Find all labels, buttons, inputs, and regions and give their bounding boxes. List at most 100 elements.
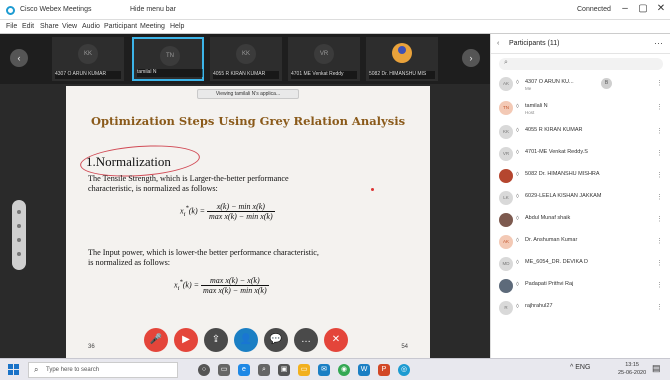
more-icon[interactable]: ⋮ xyxy=(656,193,663,201)
participant-role: Host xyxy=(525,110,535,115)
menu-view[interactable]: View xyxy=(62,23,77,30)
avatar: VR xyxy=(314,44,334,64)
menu-share[interactable]: Share xyxy=(40,23,59,30)
video-tile[interactable]: 5082 Dr. HIMANSHU MIS xyxy=(366,37,438,81)
participant-row[interactable]: AK ◊ 4307 O ARUN KU... Me B ⋮ xyxy=(491,74,670,94)
more-icon[interactable]: ⋮ xyxy=(656,127,663,135)
search-app-icon[interactable]: ⌕ xyxy=(258,364,270,376)
avatar: VR xyxy=(499,147,513,161)
minimize-button[interactable]: – xyxy=(618,3,632,14)
participant-row[interactable]: KK ◊ 4055 R KIRAN KUMAR ⋮ xyxy=(491,122,670,142)
more-icon[interactable]: ⋮ xyxy=(656,79,663,87)
mic-icon: ◊ xyxy=(516,216,519,222)
participant-name: ME_6054_DR. DEVIKA D xyxy=(525,259,588,265)
windows-start-icon[interactable] xyxy=(8,364,19,375)
viewing-banner[interactable]: Viewing tamilali N's applica... xyxy=(197,89,299,99)
video-button[interactable]: ▶ xyxy=(174,328,198,352)
video-tile-label: 4701 ME Venkat Reddy xyxy=(291,71,357,79)
mic-icon: ◊ xyxy=(516,260,519,266)
menu-participant[interactable]: Participant xyxy=(104,23,137,30)
participant-row[interactable]: R ◊ rajhrahul27 ⋮ xyxy=(491,298,670,318)
word-icon[interactable]: W xyxy=(358,364,370,376)
participant-row[interactable]: ◊ Padapati Prithvi Raj ⋮ xyxy=(491,276,670,296)
slide-paragraph-2: The Input power, which is lower-the bett… xyxy=(88,248,319,267)
taskbar-clock[interactable]: 13:15 25-06-2020 xyxy=(618,361,646,377)
connection-status[interactable]: Connected xyxy=(577,6,611,13)
video-strip: ‹ KK 4307 O ARUN KUMAR TN tamilal N KK 4… xyxy=(0,34,490,84)
taskbar-search-input[interactable]: ⌕ Type here to search xyxy=(28,362,178,378)
slide-title: Optimization Steps Using Grey Relation A… xyxy=(90,114,406,128)
avatar-photo xyxy=(499,169,513,183)
video-tile[interactable]: KK 4307 O ARUN KUMAR xyxy=(52,37,124,81)
system-tray[interactable]: ^ ENG xyxy=(570,364,590,371)
task-view-icon[interactable]: ▭ xyxy=(218,364,230,376)
webex-logo-icon xyxy=(6,6,15,15)
strip-next-button[interactable]: › xyxy=(462,49,480,67)
microphone-icon: 🎤 xyxy=(149,334,163,345)
mic-icon: ◊ xyxy=(516,194,519,200)
store-icon[interactable]: ▣ xyxy=(278,364,290,376)
participants-button[interactable]: 👤 xyxy=(234,328,258,352)
participant-row[interactable]: AK ◊ Dr. Anshuman Kumar ⋮ xyxy=(491,232,670,252)
menu-help[interactable]: Help xyxy=(170,23,184,30)
menu-meeting[interactable]: Meeting xyxy=(140,23,165,30)
more-button[interactable]: … xyxy=(294,328,318,352)
mic-icon: ◊ xyxy=(516,282,519,288)
participant-row[interactable]: VR ◊ 4701-ME Venkat Reddy.S ⋮ xyxy=(491,144,670,164)
cortana-icon[interactable]: ○ xyxy=(198,364,210,376)
leave-button[interactable]: ✕ xyxy=(324,328,348,352)
edge-icon[interactable]: e xyxy=(238,364,250,376)
participant-row[interactable]: LK ◊ 6029-LEELA KISHAN JAKKAM ⋮ xyxy=(491,188,670,208)
video-tile[interactable]: VR 4701 ME Venkat Reddy xyxy=(288,37,360,81)
side-drag-handle[interactable] xyxy=(12,200,26,270)
participant-row[interactable]: MD ◊ ME_6054_DR. DEVIKA D ⋮ xyxy=(491,254,670,274)
participant-name: rajhrahul27 xyxy=(525,303,553,309)
menu-edit[interactable]: Edit xyxy=(22,23,34,30)
video-tile-label: 5082 Dr. HIMANSHU MIS xyxy=(369,71,435,79)
mic-icon: ◊ xyxy=(516,128,519,134)
menu-audio[interactable]: Audio xyxy=(82,23,100,30)
avatar: MD xyxy=(499,257,513,271)
search-icon: ⌕ xyxy=(504,59,508,66)
chat-button[interactable]: 💬 xyxy=(264,328,288,352)
share-button[interactable]: ⇪ xyxy=(204,328,228,352)
more-icon[interactable]: ⋮ xyxy=(656,259,663,267)
participant-name: 4055 R KIRAN KUMAR xyxy=(525,127,583,133)
participant-row[interactable]: ◊ Abdul Munaf shaik ⋮ xyxy=(491,210,670,230)
file-explorer-icon[interactable]: ▭ xyxy=(298,364,310,376)
video-tile-label: 4307 O ARUN KUMAR xyxy=(55,71,121,79)
strip-prev-button[interactable]: ‹ xyxy=(10,49,28,67)
more-icon[interactable]: ⋮ xyxy=(656,103,663,111)
chrome-icon[interactable]: ◉ xyxy=(338,364,350,376)
window-title: Cisco Webex Meetings xyxy=(20,6,92,13)
participant-search-input[interactable]: ⌕ xyxy=(499,58,663,70)
video-tile[interactable]: KK 4055 R KIRAN KUMAR xyxy=(210,37,282,81)
participant-row[interactable]: TN ◊ tamilali N Host ⋮ xyxy=(491,98,670,118)
mail-icon[interactable]: ✉ xyxy=(318,364,330,376)
participant-row[interactable]: ◊ 5082 Dr. HIMANSHU MISHRA ⋮ xyxy=(491,166,670,186)
badge: B xyxy=(601,78,612,89)
panel-menu-icon[interactable]: ⋯ xyxy=(654,38,663,49)
mic-icon: ◊ xyxy=(516,80,519,86)
more-icon[interactable]: ⋮ xyxy=(656,215,663,223)
more-icon[interactable]: ⋮ xyxy=(656,281,663,289)
avatar: TN xyxy=(499,101,513,115)
notification-icon[interactable]: ▤ xyxy=(652,363,661,374)
close-button[interactable]: ✕ xyxy=(654,3,668,14)
more-icon[interactable]: ⋮ xyxy=(656,149,663,157)
more-icon[interactable]: ⋮ xyxy=(656,171,663,179)
avatar: KK xyxy=(78,44,98,64)
mute-button[interactable]: 🎤 xyxy=(144,328,168,352)
more-icon[interactable]: ⋮ xyxy=(656,303,663,311)
collapse-chevron-icon[interactable]: ‹ xyxy=(497,40,499,47)
search-icon: ⌕ xyxy=(34,365,39,374)
webex-icon[interactable]: ◎ xyxy=(398,364,410,376)
powerpoint-icon[interactable]: P xyxy=(378,364,390,376)
maximize-button[interactable]: ▢ xyxy=(636,3,650,14)
more-icon[interactable]: ⋮ xyxy=(656,237,663,245)
video-tile-active[interactable]: TN tamilal N xyxy=(132,37,204,81)
avatar: AK xyxy=(499,77,513,91)
menu-bar: File Edit Share View Audio Participant M… xyxy=(0,20,670,34)
menu-file[interactable]: File xyxy=(6,23,17,30)
hide-menu-bar-link[interactable]: Hide menu bar xyxy=(130,6,176,13)
